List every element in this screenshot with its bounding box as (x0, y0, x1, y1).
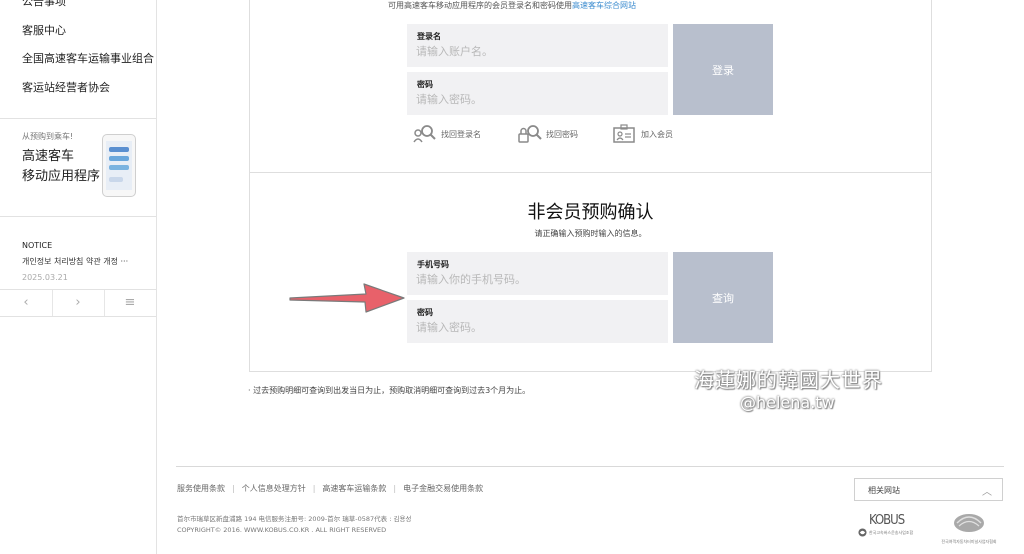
terminal-association-logo[interactable]: 전국여객자동차터미널사업자협회 (929, 513, 1009, 545)
sidebar-divider (0, 216, 156, 217)
footer-link-terms[interactable]: 服务使用条款 (177, 484, 225, 493)
sidebar-item-customer-center[interactable]: 客服中心 (22, 22, 66, 38)
nonmember-password-field[interactable]: 密码 (407, 300, 668, 343)
watermark-title: 海蓮娜的韓國大世界 (694, 368, 883, 392)
phone-number-field[interactable]: 手机号码 (407, 252, 668, 295)
phone-screen-bar (109, 165, 129, 170)
member-card-icon (613, 124, 635, 143)
kobus-logo-text: KOBUS (869, 513, 905, 528)
login-id-field[interactable]: 登录名 (407, 24, 668, 67)
login-password-label: 密码 (417, 80, 433, 89)
app-promo-title-line1: 高速客车 (22, 149, 75, 164)
footer-link-privacy[interactable]: 个人信息处理方针 (242, 484, 306, 493)
footer-link-separator: | (232, 484, 235, 493)
find-password-link[interactable]: 找回密码 (518, 124, 578, 144)
reservation-history-note: · 过去预购明细可查询到出发当日为止，预购取消明细可查询到过去3个月为止。 (248, 386, 531, 395)
phone-number-label: 手机号码 (417, 260, 449, 269)
chevron-right-icon[interactable]: › (52, 295, 104, 310)
kobus-emblem-icon (858, 528, 867, 537)
phone-screen-bar (109, 156, 129, 161)
nonmember-title: 非会员预购确认 (527, 202, 654, 223)
login-password-input[interactable] (416, 90, 656, 108)
login-password-field[interactable]: 密码 (407, 72, 668, 115)
find-id-label: 找回登录名 (441, 129, 481, 139)
notice-text[interactable]: 개인정보 처리방침 약관 개정 ··· (22, 256, 128, 267)
notice-date: 2025.03.21 (22, 273, 68, 282)
sidebar-divider (0, 118, 156, 119)
find-password-icon (518, 125, 542, 143)
nonmember-password-label: 密码 (417, 308, 433, 317)
related-sites-select[interactable]: 相关网站 ︿ (854, 478, 1003, 501)
notice-pager: ‹ › ≡ (0, 289, 156, 317)
footer-copyright: COPYRIGHT© 2016. WWW.KOBUS.CO.KR . ALL R… (177, 526, 387, 534)
footer-link-transport-terms[interactable]: 高速客车运输条款 (322, 484, 386, 493)
footer-links: 服务使用条款 | 个人信息处理方针 | 高速客车运输条款 | 电子金融交易使用条款 (177, 483, 483, 494)
phone-app-image[interactable] (102, 134, 136, 197)
login-id-label: 登录名 (417, 32, 441, 41)
login-button[interactable]: 登录 (673, 24, 773, 115)
notice-heading: NOTICE (22, 241, 53, 250)
phone-screen-bar (109, 177, 123, 182)
kobus-sub-text: 한국고속버스운송사업조합 (869, 530, 914, 535)
chevron-up-icon: ︿ (982, 487, 992, 498)
related-sites-label: 相关网站 (868, 486, 900, 495)
nonmember-subtitle: 请正确输入预购时输入的信息。 (534, 229, 647, 238)
phone-screen (106, 141, 132, 190)
kobus-logo[interactable]: KOBUS 한국고속버스운송사업조합 (858, 513, 913, 537)
integrated-site-link[interactable]: 高速客车综合网站 (572, 1, 636, 10)
sidebar: 公告事项 客服中心 全国高速客车运输事业组合 客运站经营者协会 从预购到乘车! … (0, 0, 157, 554)
sidebar-item-terminal-association[interactable]: 客运站经营者协会 (22, 79, 110, 95)
find-password-label: 找回密码 (546, 129, 578, 139)
login-note: 可用高速客车移动应用程序的会员登录名和密码使用高速客车综合网站 (0, 0, 1024, 11)
footer-divider (176, 466, 1004, 467)
phone-screen-bar (109, 147, 129, 152)
chevron-left-icon[interactable]: ‹ (0, 295, 52, 310)
app-promo-title[interactable]: 高速客车 移动应用程序 (22, 147, 100, 187)
annotation-arrow-icon (289, 283, 405, 313)
query-button[interactable]: 查询 (673, 252, 773, 343)
app-promo-tagline: 从预购到乘车! (22, 132, 74, 141)
phone-number-input[interactable] (416, 270, 656, 288)
watermark-handle: @helena.tw (740, 393, 835, 412)
nonmember-password-input[interactable] (416, 318, 656, 336)
find-id-link[interactable]: 找回登录名 (413, 124, 481, 144)
join-member-label: 加入会员 (641, 129, 673, 139)
footer-link-separator: | (393, 484, 397, 493)
association-emblem-icon (954, 514, 984, 532)
footer-address: 首尔市瑞草区新盘浦路 194 电信服务注册号: 2009-首尔 瑞草-0587代… (177, 515, 412, 523)
footer-link-separator: | (312, 484, 316, 493)
login-note-text: 可用高速客车移动应用程序的会员登录名和密码使用 (388, 1, 572, 10)
panel-divider (249, 172, 932, 173)
login-id-input[interactable] (416, 42, 656, 60)
find-id-icon (413, 125, 436, 143)
join-member-link[interactable]: 加入会员 (613, 124, 673, 144)
association-sub-text: 전국여객자동차터미널사업자협회 (941, 539, 997, 544)
kobus-logo-sub: 한국고속버스운송사업조합 (858, 528, 913, 537)
footer-link-e-finance-terms[interactable]: 电子金融交易使用条款 (403, 484, 483, 493)
menu-icon[interactable]: ≡ (104, 295, 156, 310)
app-promo-title-line2: 移动应用程序 (22, 169, 101, 184)
sidebar-item-bus-union[interactable]: 全国高速客车运输事业组合 (22, 50, 154, 66)
